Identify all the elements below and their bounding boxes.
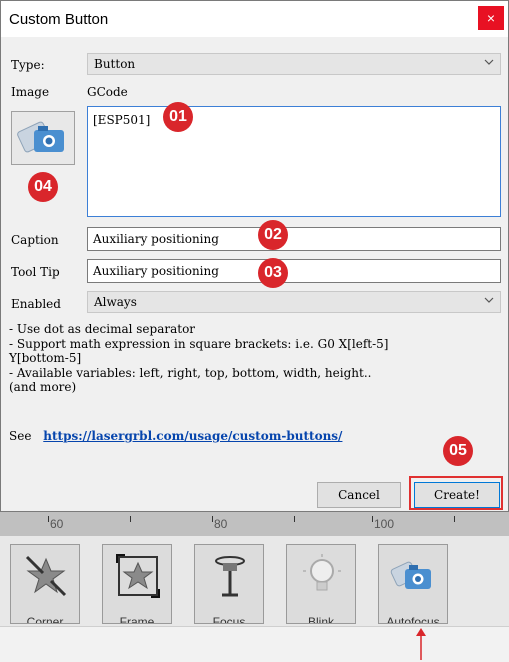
ruler-tick: 80 <box>214 517 228 531</box>
help-notes: - Use dot as decimal separator - Support… <box>9 322 503 395</box>
image-label: Image <box>11 85 50 99</box>
ruler-mark <box>294 516 295 522</box>
gcode-label: GCode <box>87 85 128 99</box>
annotation-badge: 01 <box>163 102 193 132</box>
tooltip-input-value: Auxiliary positioning <box>93 264 219 278</box>
tool-label: Blink <box>307 615 334 624</box>
tool-label: Focus <box>212 615 246 624</box>
close-button[interactable]: × <box>478 6 504 30</box>
ruler-mark <box>130 516 131 522</box>
ruler-tick: 60 <box>50 517 64 531</box>
gcode-textarea[interactable]: [ESP501] <box>87 106 501 217</box>
focus-button[interactable]: Focus <box>194 544 264 624</box>
enabled-label: Enabled <box>11 297 61 311</box>
ruler-mark <box>372 516 373 522</box>
status-strip <box>0 626 509 662</box>
blink-button[interactable]: Blink <box>286 544 356 624</box>
annotation-badge: 03 <box>258 258 288 288</box>
autofocus-camera-icon <box>17 121 64 153</box>
see-label: See <box>9 429 32 443</box>
corner-button[interactable]: Corner <box>10 544 80 624</box>
caption-input[interactable]: Auxiliary positioning <box>87 227 501 251</box>
pointer-arrow-icon <box>416 628 426 660</box>
annotation-badge: 05 <box>443 436 473 466</box>
custom-buttons-toolbar: Corner Frame Focus Blink Autofocus <box>0 536 509 626</box>
type-select[interactable]: Button <box>87 53 501 75</box>
caption-label: Caption <box>11 233 59 247</box>
note-line: - Use dot as decimal separator <box>9 322 196 336</box>
autofocus-button[interactable]: Autofocus <box>378 544 448 624</box>
ruler: 60 80 100 <box>0 512 509 536</box>
ruler-mark <box>212 516 213 522</box>
title-bar: Custom Button × <box>1 1 508 37</box>
image-picker-button[interactable] <box>11 111 75 165</box>
autofocus-icon <box>390 561 431 589</box>
note-line: - Available variables: left, right, top,… <box>9 365 372 380</box>
type-select-value: Button <box>94 57 136 71</box>
type-label: Type: <box>11 58 45 72</box>
tooltip-input[interactable]: Auxiliary positioning <box>87 259 501 283</box>
annotation-badge: 02 <box>258 220 288 250</box>
enabled-select-value: Always <box>94 295 137 309</box>
ruler-tick: 100 <box>374 517 395 531</box>
tool-label: Autofocus <box>386 615 440 624</box>
tool-label: Corner <box>26 615 64 624</box>
focus-icon <box>215 556 245 597</box>
gcode-text: [ESP501] <box>93 113 151 127</box>
corner-icon <box>25 555 67 597</box>
help-link[interactable]: https://lasergrbl.com/usage/custom-butto… <box>43 429 342 443</box>
note-line: - Support math expression in square brac… <box>9 336 389 351</box>
tooltip-label: Tool Tip <box>11 265 60 279</box>
tool-label: Frame <box>119 615 155 624</box>
annotation-badge: 04 <box>28 172 58 202</box>
note-line: (and more) <box>9 380 77 394</box>
chevron-down-icon <box>484 297 494 303</box>
note-line: Y[bottom-5] <box>9 351 82 365</box>
custom-button-dialog: Custom Button × Type: Button Image GCode… <box>0 0 509 512</box>
caption-input-value: Auxiliary positioning <box>93 232 219 246</box>
chevron-down-icon <box>484 59 494 65</box>
ruler-mark <box>454 516 455 522</box>
dialog-title: Custom Button <box>9 11 109 28</box>
frame-icon <box>116 554 160 598</box>
cancel-button[interactable]: Cancel <box>317 482 401 508</box>
see-line: See https://lasergrbl.com/usage/custom-b… <box>9 429 342 443</box>
frame-button[interactable]: Frame <box>102 544 172 624</box>
blink-icon <box>303 554 341 591</box>
highlight-create-box <box>409 476 503 510</box>
ruler-mark <box>48 516 49 522</box>
enabled-select[interactable]: Always <box>87 291 501 313</box>
